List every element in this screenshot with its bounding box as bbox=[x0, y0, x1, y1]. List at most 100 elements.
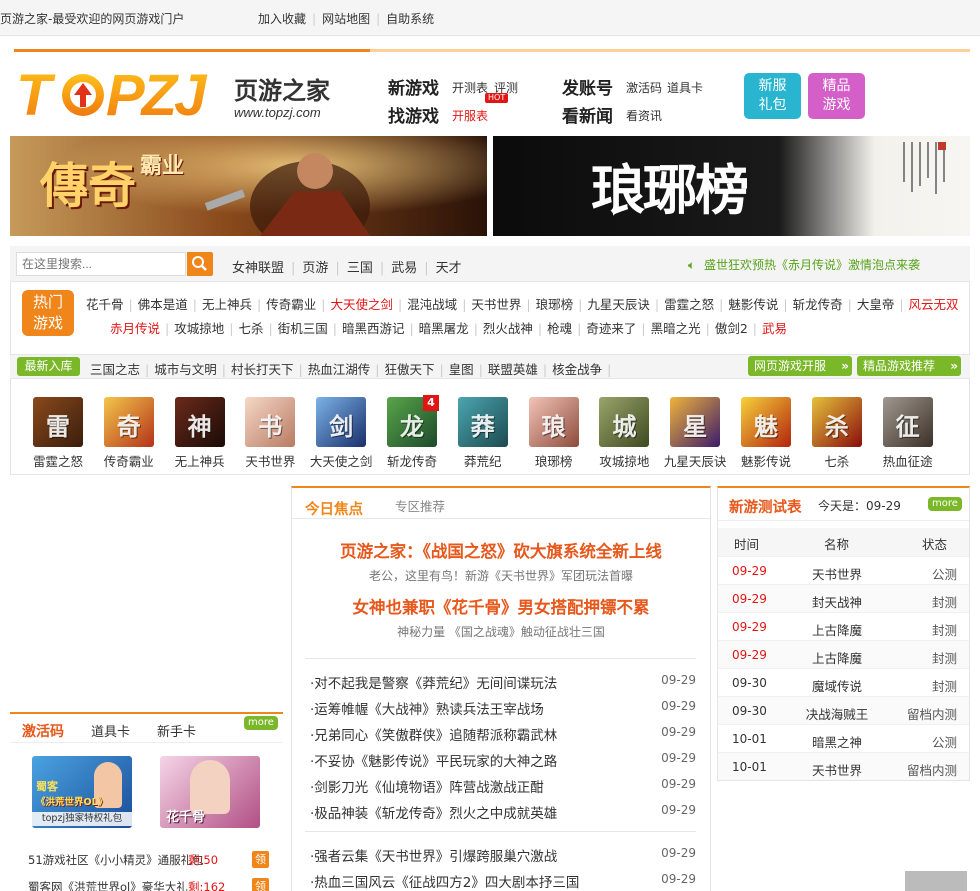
news-item[interactable]: ·强者云集《天书世界》引爆跨服巢穴激战 09-29 bbox=[310, 845, 696, 865]
game-icon-label[interactable]: 传奇霸业 bbox=[94, 451, 164, 470]
tab-activation-code[interactable]: 激活码 bbox=[22, 721, 64, 741]
game-icon-label[interactable]: 九星天辰诀 bbox=[660, 451, 730, 470]
tab-item-card[interactable]: 道具卡 bbox=[91, 721, 130, 740]
nav-server-table[interactable]: 开服表 bbox=[452, 107, 488, 124]
gift-card-huaqiangu[interactable]: 花千骨 bbox=[160, 756, 260, 828]
test-row[interactable]: 09-29 上古降魔 封测 bbox=[718, 612, 969, 640]
game-icon-label[interactable]: 热血征途 bbox=[873, 451, 943, 470]
news-item[interactable]: ·热血三国风云《征战四方2》四大剧本抒三国 09-29 bbox=[310, 871, 696, 891]
hot-game-link[interactable]: 风云无双 bbox=[909, 297, 959, 312]
test-row[interactable]: 10-01 暗黑之神 公测 bbox=[718, 724, 969, 752]
hot-game-link[interactable]: 佛本是道 bbox=[138, 297, 188, 312]
nav-test-table[interactable]: 开测表 bbox=[452, 79, 488, 96]
hot-game-link[interactable]: 九星天辰诀 bbox=[587, 297, 650, 312]
news-item[interactable]: ·剑影刀光《仙境物语》阵营战激战正酣 09-29 bbox=[310, 776, 696, 796]
game-icon[interactable]: 星 bbox=[670, 397, 721, 447]
quick-link[interactable]: 天才 bbox=[436, 261, 462, 276]
hot-game-link[interactable]: 枪魂 bbox=[547, 321, 572, 336]
new-game-link[interactable]: 三国之志 bbox=[90, 362, 140, 377]
claim-button[interactable]: 领 bbox=[252, 878, 269, 891]
scroll-to-top[interactable] bbox=[905, 871, 967, 891]
hot-game-link[interactable]: 无上神兵 bbox=[202, 297, 252, 312]
new-server-gift-button[interactable]: 新服 礼包 bbox=[744, 73, 801, 119]
test-game-name[interactable]: 上古降魔 bbox=[718, 648, 956, 667]
hot-game-link[interactable]: 暗黑西游记 bbox=[342, 321, 405, 336]
game-icon-label[interactable]: 无上神兵 bbox=[165, 451, 235, 470]
test-row[interactable]: 10-01 天书世界 留档内测 bbox=[718, 752, 969, 780]
premium-games-button[interactable]: 精品 游戏 bbox=[808, 73, 865, 119]
test-game-name[interactable]: 暗黑之神 bbox=[718, 732, 956, 751]
test-game-name[interactable]: 封天战神 bbox=[718, 592, 956, 611]
test-row[interactable]: 09-29 上古降魔 封测 bbox=[718, 640, 969, 668]
hot-game-link[interactable]: 大天使之剑 bbox=[330, 297, 393, 312]
nav-item-card[interactable]: 道具卡 bbox=[667, 79, 703, 96]
new-game-link[interactable]: 城市与文明 bbox=[154, 362, 217, 377]
game-icon[interactable]: 剑 bbox=[316, 397, 367, 447]
banner-chuanqi[interactable]: 傳奇 霸业 bbox=[10, 136, 487, 236]
nav-activation-code[interactable]: 激活码 bbox=[626, 79, 662, 96]
test-game-name[interactable]: 天书世界 bbox=[718, 564, 956, 583]
news-item[interactable]: ·兄弟同心《笑傲群侠》追随帮派称霸武林 09-29 bbox=[310, 724, 696, 744]
news-item[interactable]: ·运筹帷幄《大战神》熟读兵法王宰战场 09-29 bbox=[310, 698, 696, 718]
hot-game-link[interactable]: 琅琊榜 bbox=[536, 297, 574, 312]
hot-game-link[interactable]: 混沌战域 bbox=[407, 297, 457, 312]
hot-game-link[interactable]: 传奇霸业 bbox=[266, 297, 316, 312]
hot-game-link[interactable]: 花千骨 bbox=[86, 297, 124, 312]
headline-1[interactable]: 页游之家：《战国之怒》砍大旗系统全新上线 bbox=[292, 538, 710, 562]
hot-game-link[interactable]: 街机三国 bbox=[278, 321, 328, 336]
hot-game-link[interactable]: 攻城掠地 bbox=[174, 321, 224, 336]
game-icon[interactable]: 神 bbox=[174, 397, 225, 447]
new-game-link[interactable]: 热血江湖传 bbox=[308, 362, 371, 377]
hot-game-link[interactable]: 黑暗之光 bbox=[651, 321, 701, 336]
test-row[interactable]: 09-30 魔域传说 封测 bbox=[718, 668, 969, 696]
headline-2-sub[interactable]: 神秘力量 《国之战魂》触动征战壮三国 bbox=[292, 623, 710, 640]
quick-link[interactable]: 女神联盟 bbox=[232, 261, 284, 276]
nav-find-games[interactable]: 找游戏 bbox=[388, 102, 439, 127]
self-service-link[interactable]: 自助系统 bbox=[386, 12, 434, 26]
site-logo[interactable]: T PZJ 页游之家 www.topzj.com bbox=[16, 63, 346, 128]
game-icon[interactable]: 杀 bbox=[811, 397, 862, 447]
game-icon-label[interactable]: 琅琊榜 bbox=[519, 451, 589, 470]
quick-link[interactable]: 三国 bbox=[347, 261, 373, 276]
game-icon-label[interactable]: 魅影传说 bbox=[731, 451, 801, 470]
news-item[interactable]: ·不妥协《魅影传说》平民玩家的大神之路 09-29 bbox=[310, 750, 696, 770]
new-game-link[interactable]: 狂傲天下 bbox=[384, 362, 434, 377]
test-row[interactable]: 09-29 封天战神 封测 bbox=[718, 584, 969, 612]
game-icon[interactable]: 莽 bbox=[457, 397, 508, 447]
hot-game-link[interactable]: 赤月传说 bbox=[110, 321, 160, 336]
search-input[interactable] bbox=[16, 252, 186, 276]
quick-link[interactable]: 页游 bbox=[302, 261, 328, 276]
headline-2[interactable]: 女神也兼职《花千骨》男女搭配押镖不累 bbox=[292, 594, 710, 618]
game-icon-label[interactable]: 大天使之剑 bbox=[306, 451, 376, 470]
tab-newbie-card[interactable]: 新手卡 bbox=[157, 721, 196, 740]
hot-game-link[interactable]: 雷霆之怒 bbox=[664, 297, 714, 312]
gift-card-honghuang[interactable]: 蜀客 《洪荒世界OL》 topzj独家特权礼包 bbox=[32, 756, 132, 828]
game-icon[interactable]: 魅 bbox=[741, 397, 791, 447]
news-item[interactable]: ·对不起我是警察《莽荒纪》无间间谍玩法 09-29 bbox=[310, 672, 696, 692]
test-more-button[interactable]: more bbox=[928, 497, 962, 511]
game-icon[interactable]: 奇 bbox=[103, 397, 154, 447]
hot-game-link[interactable]: 斩龙传奇 bbox=[793, 297, 843, 312]
test-game-name[interactable]: 上古降魔 bbox=[718, 620, 956, 639]
game-icon-label[interactable]: 雷霆之怒 bbox=[23, 451, 93, 470]
game-icon[interactable]: 琅 bbox=[528, 397, 579, 447]
test-row[interactable]: 09-29 天书世界 公测 bbox=[718, 556, 969, 584]
recommend-button[interactable]: 精品游戏推荐 » bbox=[857, 356, 961, 376]
sitemap-link[interactable]: 网站地图 bbox=[322, 12, 370, 26]
new-game-link[interactable]: 联盟英雄 bbox=[488, 362, 538, 377]
hot-game-link[interactable]: 武易 bbox=[762, 321, 787, 336]
hot-game-link[interactable]: 奇迹来了 bbox=[586, 321, 636, 336]
new-game-link[interactable]: 村长打天下 bbox=[231, 362, 294, 377]
game-icon-label[interactable]: 七杀 bbox=[802, 451, 872, 470]
banner-langyabang[interactable]: 琅琊榜 bbox=[493, 136, 970, 236]
activation-more-button[interactable]: more bbox=[244, 716, 278, 730]
test-game-name[interactable]: 魔域传说 bbox=[718, 676, 956, 695]
new-game-link[interactable]: 核金战争 bbox=[552, 362, 602, 377]
tab-zone-recommend[interactable]: 专区推荐 bbox=[395, 496, 445, 515]
game-icon[interactable]: 雷 bbox=[33, 397, 83, 447]
game-icon[interactable]: 龙4 bbox=[387, 395, 439, 447]
tab-today-focus[interactable]: 今日焦点 bbox=[305, 498, 363, 519]
game-icon-label[interactable]: 天书世界 bbox=[235, 451, 305, 470]
add-favorite-link[interactable]: 加入收藏 bbox=[258, 12, 306, 26]
hot-game-link[interactable]: 大皇帝 bbox=[857, 297, 895, 312]
